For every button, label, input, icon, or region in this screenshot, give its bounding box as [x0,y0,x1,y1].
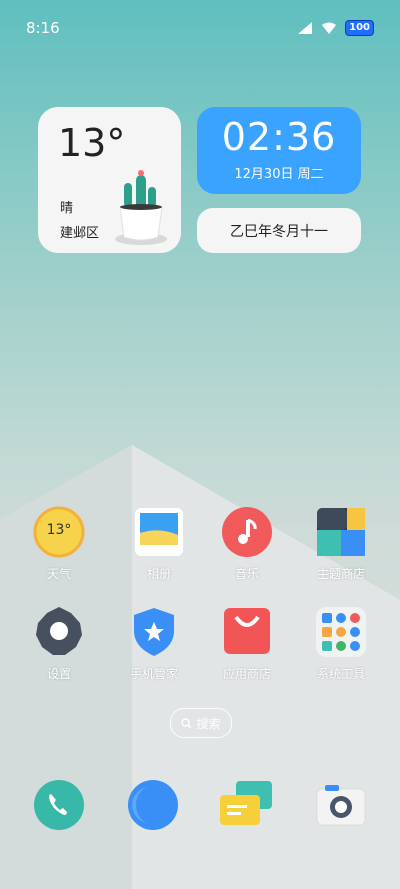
dock-messages[interactable] [216,775,276,835]
dock-phone[interactable] [29,775,89,835]
phone-icon [34,780,84,830]
browser-icon [128,780,178,830]
dock-camera[interactable] [311,775,371,835]
music-icon [220,505,274,559]
signal-icon [298,22,313,34]
app-gallery[interactable]: 相册 [119,505,199,582]
gallery-icon [132,505,186,559]
camera-icon [316,785,366,826]
clock-date: 12月30日 周二 [234,167,324,182]
app-settings[interactable]: 设置 [19,605,99,682]
lunar-date: 乙巳年冬月十一 [230,223,328,240]
app-label: 手机管家 [129,667,178,681]
app-label: 相册 [146,567,171,581]
status-time: 8:16 [26,19,60,37]
search-icon [181,717,192,728]
clock-time: 02:36 [221,115,337,159]
dock-browser[interactable] [123,775,183,835]
app-store-icon [220,605,274,659]
search-label: 搜索 [196,716,221,731]
app-security[interactable]: 手机管家 [114,605,194,682]
app-music[interactable]: 音乐 [207,505,287,582]
weather-widget[interactable]: 13° 晴 建邺区 [38,107,181,253]
weather-location: 建邺区 [60,226,100,241]
security-icon [127,605,181,659]
tools-folder-icon [314,605,368,659]
cactus-icon [115,170,167,245]
weather-temperature: 13° [58,121,126,165]
battery-indicator: 100 [345,20,374,36]
weather-icon-temp: 13° [46,522,72,538]
app-weather[interactable]: 13° 天气 [19,505,99,582]
status-icons: 100 [297,20,374,36]
settings-icon [32,605,86,659]
status-bar: 8:16 100 [0,0,400,56]
wifi-icon [322,22,337,34]
app-label: 主题商店 [316,567,365,581]
messages-icon [220,781,272,825]
weather-condition: 晴 [60,201,74,216]
weather-icon: 13° [32,505,86,559]
app-tools-folder[interactable]: 系统工具 [301,605,381,682]
app-themes[interactable]: 主题商店 [301,505,381,582]
clock-widget[interactable]: 02:36 12月30日 周二 [197,107,361,194]
app-label: 音乐 [234,567,259,581]
themes-icon [314,505,368,559]
search-button[interactable]: 搜索 [170,708,232,738]
app-label: 设置 [46,667,71,681]
app-store[interactable]: 应用商店 [207,605,287,682]
lunar-calendar-widget[interactable]: 乙巳年冬月十一 [197,208,361,253]
app-label: 系统工具 [316,667,365,681]
app-label: 应用商店 [222,667,271,681]
app-label: 天气 [46,567,71,581]
